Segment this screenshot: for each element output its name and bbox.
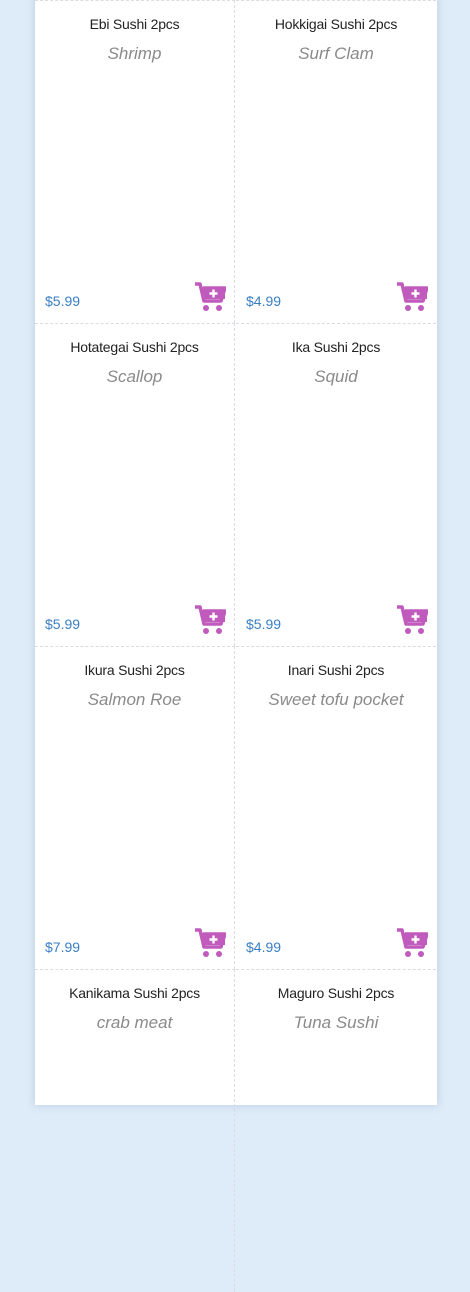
menu-item-card: Hokkigai Sushi 2pcs Surf Clam $4.99	[236, 0, 436, 323]
add-to-cart-button[interactable]	[396, 928, 428, 958]
item-price: $7.99	[45, 939, 81, 955]
item-name: Ika Sushi 2pcs	[291, 339, 381, 355]
item-description: Tuna Sushi	[293, 1013, 379, 1032]
item-price: $5.99	[45, 616, 81, 632]
menu-item-card: Ikura Sushi 2pcs Salmon Roe $7.99	[35, 646, 235, 969]
item-description: Sweet tofu pocket	[268, 690, 404, 709]
item-name: Ikura Sushi 2pcs	[84, 662, 185, 678]
item-description: Scallop	[106, 367, 163, 386]
menu-item-card: Ika Sushi 2pcs Squid $5.99	[236, 323, 436, 646]
add-to-cart-icon	[195, 928, 226, 957]
item-description: Squid	[314, 367, 358, 386]
add-to-cart-icon	[397, 928, 428, 957]
item-name: Hotategai Sushi 2pcs	[70, 339, 199, 355]
add-to-cart-icon	[195, 605, 226, 634]
item-name: Kanikama Sushi 2pcs	[69, 985, 200, 1001]
menu-item-card: Ebi Sushi 2pcs Shrimp $5.99	[35, 0, 235, 323]
add-to-cart-icon	[195, 282, 226, 311]
item-name: Ebi Sushi 2pcs	[89, 16, 180, 32]
item-price: $5.99	[45, 293, 81, 309]
menu-item-card: Hotategai Sushi 2pcs Scallop $5.99	[35, 323, 235, 646]
add-to-cart-button[interactable]	[194, 928, 226, 958]
add-to-cart-icon	[397, 605, 428, 634]
menu-panel: Ebi Sushi 2pcs Shrimp $5.99 Hokkigai Sus…	[35, 0, 437, 1292]
add-to-cart-button[interactable]	[194, 605, 226, 635]
menu-item-card: Maguro Sushi 2pcs Tuna Sushi	[236, 969, 436, 1292]
item-price: $4.99	[246, 293, 282, 309]
item-name: Maguro Sushi 2pcs	[277, 985, 395, 1001]
item-price: $4.99	[246, 939, 282, 955]
item-description: Salmon Roe	[87, 690, 182, 709]
add-to-cart-button[interactable]	[194, 282, 226, 312]
add-to-cart-button[interactable]	[396, 605, 428, 635]
add-to-cart-button[interactable]	[396, 282, 428, 312]
item-description: crab meat	[96, 1013, 173, 1032]
menu-item-card: Inari Sushi 2pcs Sweet tofu pocket $4.99	[236, 646, 436, 969]
item-description: Surf Clam	[298, 44, 374, 63]
add-to-cart-icon	[397, 282, 428, 311]
item-description: Shrimp	[107, 44, 162, 63]
menu-item-card: Kanikama Sushi 2pcs crab meat	[35, 969, 235, 1292]
item-price: $5.99	[246, 616, 282, 632]
item-name: Inari Sushi 2pcs	[287, 662, 385, 678]
item-name: Hokkigai Sushi 2pcs	[274, 16, 398, 32]
